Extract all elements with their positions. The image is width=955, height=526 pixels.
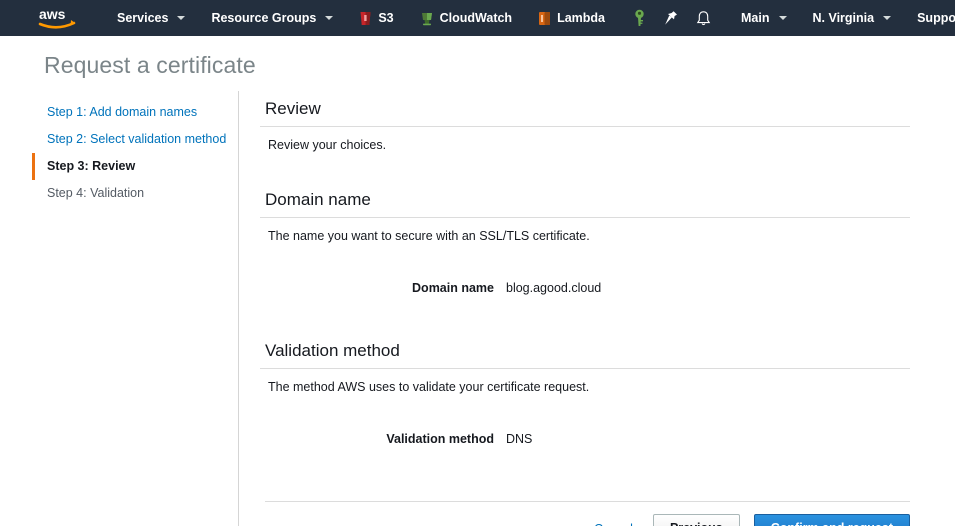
previous-button[interactable]: Previous — [652, 514, 740, 526]
s3-bucket-icon — [359, 11, 372, 26]
nav-shortcut-cloudwatch[interactable]: CloudWatch — [407, 0, 525, 36]
validation-section-description: The method AWS uses to validate your cer… — [268, 380, 590, 394]
bell-icon-glyph — [696, 10, 711, 25]
aws-logo-icon: aws — [38, 6, 76, 29]
nav-support-label: Support — [917, 11, 955, 25]
nav-support-menu[interactable]: Support — [904, 0, 955, 36]
pin-icon-glyph — [665, 11, 678, 25]
nav-account-menu[interactable]: Main — [728, 0, 799, 36]
nav-shortcut-s3-label: S3 — [378, 11, 394, 25]
nav-region-label: N. Virginia — [812, 11, 875, 25]
bell-icon[interactable] — [687, 0, 720, 36]
nav-shortcut-s3[interactable]: S3 — [346, 0, 406, 36]
nav-menu-services[interactable]: Services — [104, 0, 198, 36]
validation-method-key: Validation method — [386, 432, 494, 446]
nav-menu-services-label: Services — [117, 11, 169, 25]
page-title: Request a certificate — [44, 52, 256, 78]
domain-name-key: Domain name — [412, 281, 494, 295]
nav-menu-resource-groups[interactable]: Resource Groups — [198, 0, 346, 36]
chevron-down-icon — [883, 16, 892, 20]
sidebar-item-step-2[interactable]: Step 2: Select validation method — [32, 126, 238, 153]
review-section-title: Review — [260, 91, 910, 127]
domain-section-description: The name you want to secure with an SSL/… — [268, 229, 590, 243]
sidebar-item-step-1[interactable]: Step 1: Add domain names — [32, 99, 238, 126]
lambda-icon — [538, 11, 551, 26]
cloudwatch-icon — [420, 11, 434, 26]
validation-section-title: Validation method — [260, 333, 910, 369]
validation-method-row: Validation method DNS — [260, 432, 910, 446]
nav-right-group: Main N. Virginia Support — [728, 0, 955, 36]
chevron-down-icon — [778, 16, 787, 20]
cancel-button[interactable]: Cancel — [588, 518, 639, 526]
nav-shortcut-lambda-label: Lambda — [557, 11, 606, 25]
sidebar-item-step-4: Step 4: Validation — [47, 186, 145, 200]
sidebar-item-step-3[interactable]: Step 3: Review — [32, 153, 238, 180]
nav-account-label: Main — [741, 11, 770, 25]
chevron-down-icon — [325, 16, 334, 20]
svg-text:aws: aws — [39, 6, 66, 22]
domain-name-value: blog.agood.cloud — [506, 281, 602, 295]
aws-logo[interactable]: aws — [38, 6, 76, 30]
confirm-and-request-button[interactable]: Confirm and request — [753, 514, 910, 526]
nav-shortcut-lambda[interactable]: Lambda — [525, 0, 618, 36]
key-icon-glyph — [635, 9, 644, 26]
wizard-steps-sidebar: Step 1: Add domain names Step 2: Select … — [0, 91, 239, 526]
nav-menu-resource-groups-label: Resource Groups — [211, 11, 317, 25]
main-content: Review Review your choices. Domain name … — [239, 91, 955, 526]
domain-section-title: Domain name — [260, 182, 910, 218]
nav-shortcut-cloudwatch-label: CloudWatch — [439, 11, 513, 25]
review-section-description: Review your choices. — [268, 138, 387, 152]
chevron-down-icon — [177, 16, 186, 20]
top-navigation-bar: aws Services Resource Groups S3 CloudWat… — [0, 0, 955, 36]
key-icon[interactable] — [624, 0, 655, 36]
validation-method-value: DNS — [506, 432, 533, 446]
domain-name-row: Domain name blog.agood.cloud — [260, 281, 910, 295]
nav-region-menu[interactable]: N. Virginia — [800, 0, 905, 36]
wizard-footer-actions: Cancel Previous Confirm and request — [260, 502, 910, 526]
pin-icon[interactable] — [655, 0, 687, 36]
page-body: Step 1: Add domain names Step 2: Select … — [0, 91, 955, 526]
